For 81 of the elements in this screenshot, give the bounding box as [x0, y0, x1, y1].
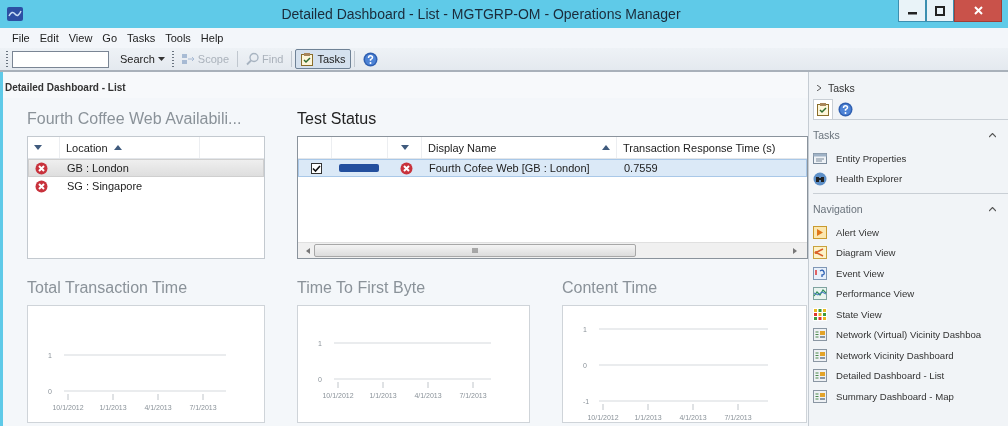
- column-header[interactable]: Location: [66, 141, 108, 154]
- state-grid-icon: [813, 307, 827, 321]
- critical-status-icon: [399, 161, 413, 175]
- restore-icon: [935, 5, 945, 16]
- help-icon: [837, 101, 853, 117]
- scope-icon: [180, 52, 195, 66]
- dropdown-arrow-icon: [34, 145, 42, 150]
- menu-item[interactable]: Help: [195, 32, 229, 44]
- list-row[interactable]: GB : London: [28, 159, 264, 177]
- app-icon: [6, 5, 24, 23]
- task-link[interactable]: State View: [836, 308, 882, 320]
- menu-item[interactable]: Go: [97, 32, 123, 44]
- help-icon: [362, 51, 378, 67]
- grip-icon: [472, 247, 478, 254]
- clipboard-icon: [816, 102, 830, 117]
- task-link[interactable]: Health Explorer: [836, 173, 903, 185]
- minimize-button[interactable]: [898, 0, 926, 22]
- menu-item[interactable]: File: [7, 32, 35, 44]
- task-link[interactable]: Network (Virtual) Vicinity Dashboa: [836, 329, 982, 341]
- task-link[interactable]: Entity Properties: [836, 152, 907, 164]
- chart-title: Total Transaction Time: [27, 279, 189, 298]
- caret-icon: [157, 57, 165, 61]
- menu-item[interactable]: Tasks: [122, 32, 161, 44]
- dashboard-icon: [813, 369, 827, 383]
- location-cell-text: GB : London: [66, 162, 130, 174]
- diagram-icon: [813, 246, 827, 260]
- chart-title: Time To First Byte: [297, 279, 427, 298]
- search-field[interactable]: [12, 50, 109, 68]
- scroll-left-icon: [306, 247, 310, 254]
- panel-title: Fourth Coffee Web Availabili...: [27, 110, 243, 129]
- task-link[interactable]: Alert View: [836, 226, 879, 238]
- dropdown-arrow-icon: [400, 145, 409, 150]
- pane-header[interactable]: Tasks: [828, 82, 855, 94]
- column-header[interactable]: Display Name: [428, 141, 497, 154]
- sort-ascending-icon: [602, 145, 610, 150]
- task-link[interactable]: Summary Dashboard - Map: [836, 390, 954, 402]
- dashboard-icon: [813, 348, 827, 362]
- horizontal-scrollbar[interactable]: [298, 242, 807, 258]
- section-header: Tasks: [813, 129, 840, 141]
- menu-item[interactable]: Tools: [160, 32, 196, 44]
- section-header: Navigation: [813, 203, 863, 215]
- window-title: Detailed Dashboard - List - MGTGRP-OM - Operations Manager: [280, 6, 682, 22]
- pane-tab[interactable]: [813, 99, 833, 119]
- close-button[interactable]: [954, 0, 1002, 22]
- dashboard-icon: [813, 328, 827, 342]
- sort-ascending-icon: [113, 145, 122, 150]
- event-icon: [813, 266, 827, 280]
- column-header[interactable]: Transaction Response Time (s): [623, 141, 776, 154]
- collapse-chevron-icon[interactable]: [989, 132, 996, 138]
- menu-item[interactable]: Edit: [34, 32, 64, 44]
- binoculars-icon: [813, 171, 827, 186]
- task-link[interactable]: Diagram View: [836, 247, 896, 259]
- task-link[interactable]: Detailed Dashboard - List: [836, 370, 945, 382]
- location-cell-text: SG : Singapore: [66, 180, 144, 192]
- close-icon: [973, 6, 983, 15]
- performance-chart-icon: [813, 287, 827, 301]
- chart-title: Content Time: [562, 279, 659, 298]
- task-link[interactable]: Network Vicinity Dashboard: [836, 349, 954, 361]
- properties-icon: [813, 151, 827, 165]
- critical-status-icon: [35, 179, 48, 193]
- critical-status-icon: [35, 161, 48, 175]
- list-row[interactable]: SG : Singapore: [28, 177, 264, 195]
- alert-icon: [813, 225, 827, 239]
- restore-button[interactable]: [926, 0, 954, 22]
- checkbox[interactable]: [310, 162, 322, 174]
- table-cell-text: Fourth Cofee Web [GB : London]: [428, 162, 591, 174]
- task-link[interactable]: Event View: [836, 267, 884, 279]
- task-link[interactable]: Performance View: [836, 288, 915, 300]
- page-title: Detailed Dashboard - List: [5, 81, 126, 93]
- panel-title: Test Status: [297, 110, 378, 129]
- tasks-button[interactable]: Tasks: [295, 49, 351, 69]
- collapse-chevron-icon[interactable]: [989, 206, 996, 212]
- search-icon: [246, 52, 260, 66]
- search-dropdown-button[interactable]: Search: [115, 49, 170, 69]
- scroll-thumb[interactable]: [314, 244, 636, 257]
- table-row[interactable]: Fourth Cofee Web [GB : London] 0.7559: [298, 159, 807, 177]
- menu-item[interactable]: View: [63, 32, 98, 44]
- dashboard-icon: [813, 389, 827, 403]
- table-cell-text: 0.7559: [623, 162, 659, 174]
- scroll-right-icon: [793, 247, 797, 254]
- clipboard-icon: [300, 51, 315, 67]
